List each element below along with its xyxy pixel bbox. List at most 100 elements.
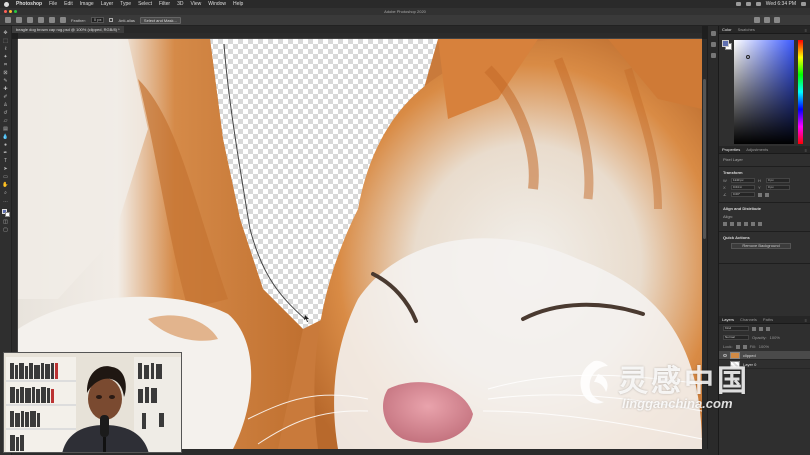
lasso-tool-preset-icon[interactable] — [16, 17, 22, 23]
tray-control-icon[interactable] — [801, 2, 806, 6]
menu-3d[interactable]: 3D — [177, 0, 183, 8]
layer-name[interactable]: clipped — [743, 353, 756, 358]
marquee-tool-icon[interactable]: ⬚ — [3, 39, 9, 44]
subtract-selection-icon[interactable] — [49, 17, 55, 23]
menu-type[interactable]: Type — [120, 0, 131, 8]
eyedropper-tool-icon[interactable]: ✎ — [3, 79, 9, 84]
hue-slider[interactable] — [798, 40, 803, 144]
menu-edit[interactable]: Edit — [64, 0, 73, 8]
align-bottom-icon[interactable] — [758, 222, 762, 226]
scrollbar-thumb[interactable] — [703, 79, 706, 239]
opacity-value[interactable]: 100% — [770, 335, 780, 340]
menu-file[interactable]: File — [49, 0, 57, 8]
feather-input[interactable]: 0 px — [90, 17, 105, 23]
layer-kind-select[interactable]: Kind — [723, 326, 749, 331]
screen-mode-icon[interactable]: ▢ — [3, 228, 9, 233]
move-tool-icon[interactable]: ✥ — [3, 31, 9, 36]
blur-tool-icon[interactable]: 💧 — [2, 135, 8, 140]
align-left-icon[interactable] — [723, 222, 727, 226]
align-top-icon[interactable] — [744, 222, 748, 226]
tab-layers[interactable]: Layers — [722, 317, 734, 322]
menu-app-name[interactable]: Photoshop — [16, 0, 42, 8]
blend-mode-select[interactable]: Normal — [723, 335, 749, 340]
tab-swatches[interactable]: Swatches — [738, 27, 755, 32]
layer-name[interactable]: Layer 0 — [743, 362, 756, 367]
tray-battery-icon[interactable] — [745, 2, 751, 6]
canvas-vertical-scrollbar[interactable] — [702, 39, 707, 449]
properties-menu-icon[interactable]: ≡ — [805, 148, 807, 153]
align-heading[interactable]: Align and Distribute — [723, 206, 806, 211]
minimize-window-icon[interactable] — [9, 10, 12, 13]
zoom-window-icon[interactable] — [14, 10, 17, 13]
magic-wand-tool-icon[interactable]: ✦ — [3, 55, 9, 60]
eraser-tool-icon[interactable]: ▱ — [3, 119, 9, 124]
new-selection-icon[interactable] — [27, 17, 33, 23]
filter-pixel-icon[interactable] — [752, 326, 756, 331]
menu-image[interactable]: Image — [80, 0, 94, 8]
stamp-tool-icon[interactable]: ♙ — [3, 103, 9, 108]
lasso-tool-icon[interactable]: ℓ — [3, 47, 9, 52]
menu-window[interactable]: Window — [208, 0, 226, 8]
color-field[interactable] — [734, 40, 794, 144]
layer-row-layer0[interactable]: Layer 0 — [719, 360, 810, 369]
menu-view[interactable]: View — [191, 0, 202, 8]
close-window-icon[interactable] — [4, 10, 7, 13]
tab-properties[interactable]: Properties — [722, 147, 740, 152]
filter-type-icon[interactable] — [766, 326, 770, 331]
angle-field[interactable]: 0.00° — [731, 192, 755, 197]
lock-pixels-icon[interactable] — [735, 344, 740, 349]
workspace-icon[interactable] — [764, 17, 770, 23]
panel-menu-icon[interactable]: ≡ — [805, 28, 807, 33]
transform-heading[interactable]: Transform — [723, 170, 806, 175]
home-icon[interactable] — [5, 17, 11, 23]
shape-tool-icon[interactable]: ▭ — [3, 175, 9, 180]
add-selection-icon[interactable] — [38, 17, 44, 23]
frame-tool-icon[interactable]: ⊠ — [3, 71, 9, 76]
align-right-icon[interactable] — [737, 222, 741, 226]
layers-menu-icon[interactable]: ≡ — [805, 318, 807, 323]
width-field[interactable]: 1140 px — [731, 178, 755, 183]
brush-tool-icon[interactable]: ✐ — [3, 95, 9, 100]
flip-vertical-icon[interactable] — [765, 192, 769, 197]
flip-horizontal-icon[interactable] — [758, 192, 762, 197]
filter-adjust-icon[interactable] — [759, 326, 763, 331]
align-center-icon[interactable] — [730, 222, 734, 226]
document-tab[interactable]: beagle dog brown cap rug.psd @ 100% (cli… — [12, 26, 124, 33]
menu-clock[interactable]: Wed 6:34 PM — [766, 0, 796, 8]
intersect-selection-icon[interactable] — [60, 17, 66, 23]
tray-search-icon[interactable] — [755, 2, 761, 6]
color-panel-fg-swatch[interactable] — [722, 40, 729, 47]
eye-hidden-icon[interactable] — [723, 363, 727, 366]
apple-logo-icon[interactable] — [4, 1, 9, 7]
hand-tool-icon[interactable]: ✋ — [2, 183, 8, 188]
menu-filter[interactable]: Filter — [159, 0, 170, 8]
select-and-mask-button[interactable]: Select and Mask... — [139, 16, 181, 24]
remove-background-button[interactable]: Remove Background — [731, 243, 791, 249]
quick-mask-icon[interactable]: ◫ — [3, 220, 9, 225]
menu-help[interactable]: Help — [233, 0, 243, 8]
tab-color[interactable]: Color — [722, 27, 732, 32]
tab-channels[interactable]: Channels — [740, 317, 757, 322]
fill-value[interactable]: 100% — [759, 344, 769, 349]
y-field[interactable]: 0 px — [766, 185, 790, 190]
character-panel-icon[interactable] — [710, 53, 716, 58]
brushes-panel-icon[interactable] — [710, 42, 716, 47]
quick-actions-heading[interactable]: Quick Actions — [723, 235, 806, 240]
tray-wifi-icon[interactable] — [735, 2, 741, 6]
lock-position-icon[interactable] — [742, 344, 747, 349]
gradient-tool-icon[interactable]: ▤ — [3, 127, 9, 132]
color-picker-cursor[interactable] — [746, 55, 750, 59]
antialias-checkbox[interactable] — [109, 18, 114, 22]
menu-select[interactable]: Select — [138, 0, 152, 8]
x-field[interactable]: 0.04 in — [731, 185, 755, 190]
eye-icon[interactable] — [723, 353, 727, 357]
more-tools-icon[interactable]: … — [3, 199, 9, 204]
history-brush-tool-icon[interactable]: ↺ — [3, 111, 9, 116]
layer-row-clipped[interactable]: clipped — [719, 351, 810, 360]
align-middle-icon[interactable] — [751, 222, 755, 226]
color-swatches[interactable] — [1, 209, 10, 217]
search-icon[interactable] — [754, 17, 760, 23]
share-icon[interactable] — [774, 17, 780, 23]
height-field[interactable]: 0 px — [766, 178, 790, 183]
menu-layer[interactable]: Layer — [101, 0, 114, 8]
